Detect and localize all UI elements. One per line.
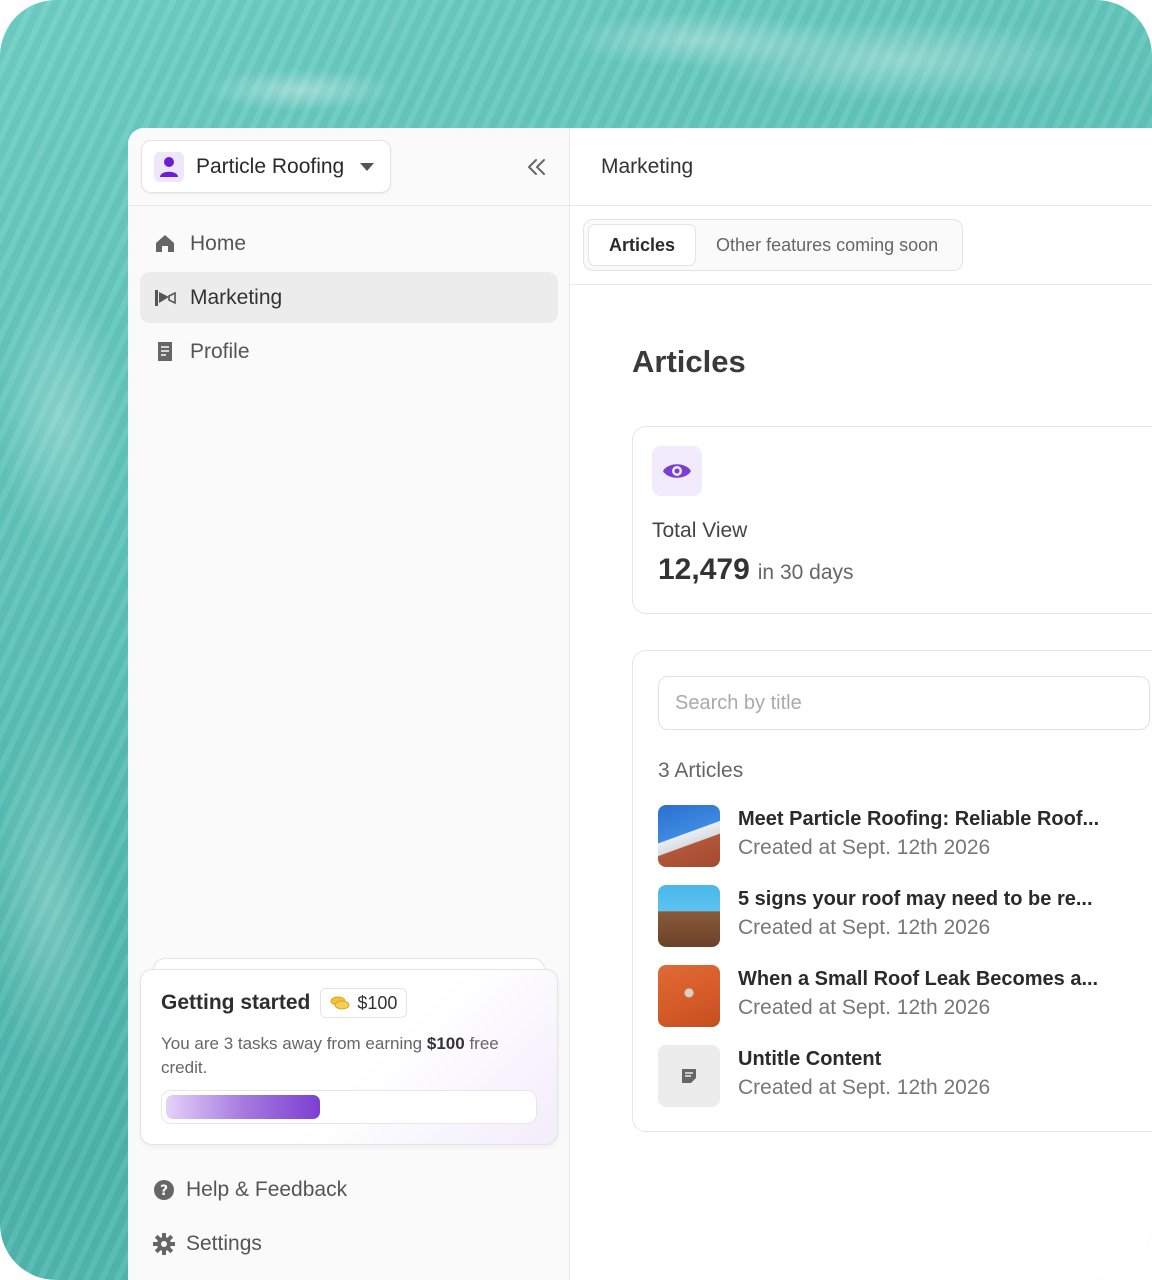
sidebar-item-label: Home xyxy=(190,231,247,255)
coins-icon xyxy=(330,996,350,1010)
sidebar-item-home[interactable]: Home xyxy=(140,218,558,269)
article-title: Meet Particle Roofing: Reliable Roof... xyxy=(738,808,1100,830)
tab-other-features[interactable]: Other features coming soon xyxy=(696,224,958,266)
main-content: Marketing Articles Other features coming… xyxy=(570,128,1152,1280)
caret-down-icon xyxy=(360,162,375,171)
sidebar-nav: Home Marketing Profile xyxy=(140,218,558,380)
gear-icon xyxy=(153,1233,175,1255)
sidebar-item-profile[interactable]: Profile xyxy=(140,326,558,377)
section-heading: Articles xyxy=(632,344,746,379)
sidebar-item-label: Profile xyxy=(190,339,250,363)
background-water: Particle Roofing Home Marketing Profile … xyxy=(0,0,1152,1280)
desc-prefix: You are 3 tasks away from earning xyxy=(161,1034,423,1053)
article-thumbnail xyxy=(658,885,720,947)
article-title: 5 signs your roof may need to be re... xyxy=(738,888,1093,910)
app-window: Particle Roofing Home Marketing Profile … xyxy=(128,128,1152,1280)
article-date: Created at Sept. 12th 2026 xyxy=(738,836,991,859)
sidebar-item-marketing[interactable]: Marketing xyxy=(140,272,558,323)
tabs-bar: Articles Other features coming soon xyxy=(570,206,1152,285)
help-feedback-button[interactable]: ? Help & Feedback xyxy=(140,1163,558,1217)
org-switcher[interactable]: Particle Roofing xyxy=(141,140,391,193)
articles-list-card: 3 Articles Meet Particle Roofing: Reliab… xyxy=(632,650,1152,1132)
credit-badge: $100 xyxy=(320,988,408,1018)
sidebar-item-label: Marketing xyxy=(190,285,283,309)
article-title: Untitle Content xyxy=(738,1048,882,1070)
main-header: Marketing xyxy=(570,128,1152,206)
svg-text:?: ? xyxy=(160,1183,168,1199)
search-input[interactable] xyxy=(658,676,1150,730)
help-feedback-label: Help & Feedback xyxy=(186,1178,348,1201)
total-view-period: in 30 days xyxy=(757,561,854,584)
help-icon: ? xyxy=(153,1179,175,1201)
article-date: Created at Sept. 12th 2026 xyxy=(738,916,991,939)
article-count: 3 Articles xyxy=(658,759,744,782)
sidebar: Particle Roofing Home Marketing Profile … xyxy=(128,128,570,1280)
article-thumbnail xyxy=(658,965,720,1027)
desc-amount: $100 xyxy=(426,1034,465,1053)
article-title: When a Small Roof Leak Becomes a... xyxy=(738,968,1099,990)
total-view-value: 12,479 xyxy=(658,553,750,586)
article-date: Created at Sept. 12th 2026 xyxy=(738,996,991,1019)
megaphone-icon xyxy=(154,287,176,309)
user-avatar-icon xyxy=(154,151,184,182)
list-item[interactable]: Meet Particle Roofing: Reliable Roof... … xyxy=(658,805,1099,885)
list-item[interactable]: 5 signs your roof may need to be re... C… xyxy=(658,885,1099,965)
list-item[interactable]: Untitle Content Created at Sept. 12th 20… xyxy=(658,1045,1099,1125)
tab-group: Articles Other features coming soon xyxy=(583,219,964,271)
getting-started-title: Getting started xyxy=(161,991,311,1014)
collapse-sidebar-button[interactable] xyxy=(522,152,552,182)
total-view-value-row: 12,479 in 30 days xyxy=(658,553,854,587)
getting-started-progress-bar xyxy=(161,1090,537,1124)
article-date: Created at Sept. 12th 2026 xyxy=(738,1076,991,1099)
home-icon xyxy=(154,233,176,255)
settings-button[interactable]: Settings xyxy=(140,1217,558,1271)
credit-badge-label: $100 xyxy=(357,992,398,1013)
total-view-label: Total View xyxy=(652,519,748,542)
page-title: Marketing xyxy=(601,154,694,178)
article-thumbnail xyxy=(658,805,720,867)
tab-articles[interactable]: Articles xyxy=(588,224,697,266)
list-item[interactable]: When a Small Roof Leak Becomes a... Crea… xyxy=(658,965,1099,1045)
double-chevron-left-icon xyxy=(528,159,545,175)
progress-fill xyxy=(166,1095,320,1119)
article-list: Meet Particle Roofing: Reliable Roof... … xyxy=(658,805,1099,1125)
getting-started-card[interactable]: Getting started $100 You are 3 tasks awa… xyxy=(140,969,558,1145)
settings-label: Settings xyxy=(186,1232,262,1255)
getting-started-description: You are 3 tasks away from earning $100 f… xyxy=(161,1032,537,1080)
total-view-card: Total View 12,479 in 30 days xyxy=(632,426,1152,614)
note-icon xyxy=(658,1045,720,1107)
sidebar-header: Particle Roofing xyxy=(128,128,569,206)
sidebar-bottom-nav: ? Help & Feedback Settings xyxy=(140,1163,558,1271)
org-name: Particle Roofing xyxy=(196,154,345,178)
eye-icon xyxy=(652,446,702,496)
document-icon xyxy=(154,341,176,363)
